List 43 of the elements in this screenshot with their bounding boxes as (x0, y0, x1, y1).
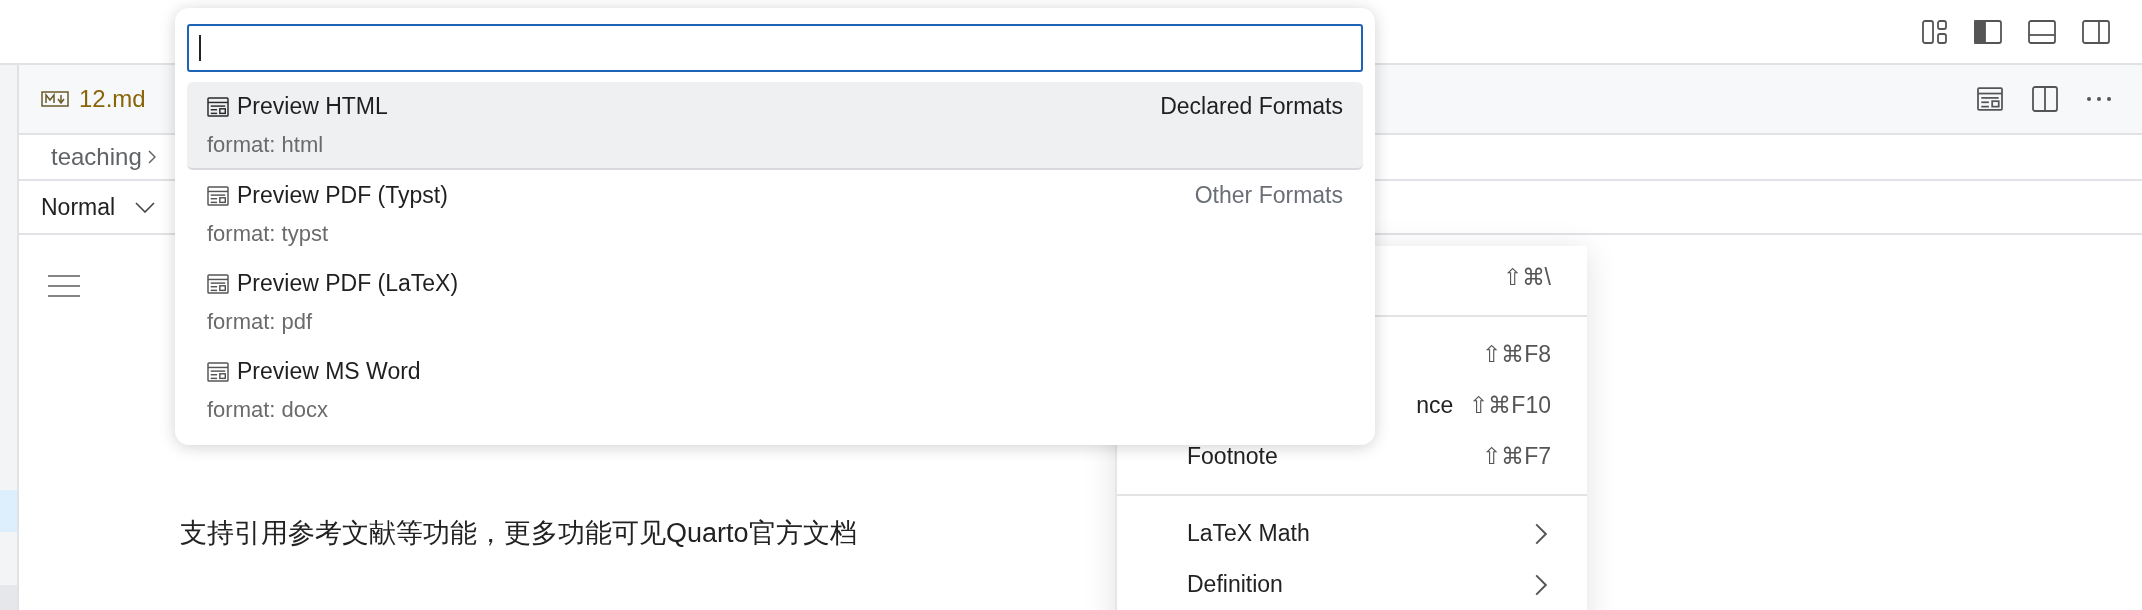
chevron-right-icon (1535, 522, 1547, 545)
shortcut-label: ⇧⌘F7 (1482, 442, 1551, 472)
layout-icon[interactable] (1922, 19, 1948, 44)
item-label: Preview PDF (LaTeX) (237, 269, 460, 299)
quick-pick-item[interactable]: Preview HTML Declared Formats format: html (187, 82, 1363, 170)
more-icon[interactable] (2086, 96, 2112, 102)
shortcut-label: ⇧⌘\ (1502, 263, 1551, 293)
item-label: Preview PDF (Typst) (237, 181, 449, 211)
quick-pick-item[interactable]: Preview MS Word format: docx (187, 346, 1363, 434)
preview-icon (207, 273, 229, 294)
text-cursor (199, 35, 201, 61)
item-description: format: docx (207, 395, 330, 424)
paragraph: 支持引用参考文献等功能，更多功能可见Quarto官方文档 (180, 517, 857, 550)
chevron-down-icon (135, 201, 156, 213)
sidebar-left-icon[interactable] (1974, 19, 2002, 44)
item-description: format: pdf (207, 307, 314, 336)
split-editor-icon[interactable] (2032, 86, 2058, 112)
chevron-right-icon (1535, 573, 1547, 596)
preview-icon (1976, 87, 2004, 111)
item-label: Preview HTML (237, 92, 389, 122)
preview-icon (207, 96, 229, 117)
preview-icon (207, 185, 229, 206)
editor-tab[interactable]: 12.md (19, 65, 176, 133)
group-label: Declared Formats (1160, 92, 1343, 122)
markdown-icon (41, 91, 69, 107)
chevron-right-icon (147, 150, 156, 164)
item-description: format: typst (207, 219, 330, 248)
preview-icon (207, 361, 229, 382)
submenu-item[interactable]: Definition (1117, 559, 1587, 610)
quick-pick-item[interactable]: Preview PDF (LaTeX) format: pdf (187, 258, 1363, 346)
menu-icon[interactable] (48, 275, 80, 297)
quick-pick-item[interactable]: Preview PDF (Typst) Other Formats format: typst (187, 170, 1363, 258)
sidebar-right-icon[interactable] (2082, 19, 2110, 44)
shortcut-label: ⇧⌘F10 (1469, 391, 1551, 421)
panel-bottom-icon[interactable] (2028, 19, 2056, 44)
submenu-item[interactable]: LaTeX Math (1117, 508, 1587, 559)
item-label: Preview MS Word (237, 357, 422, 387)
item-description: format: html (207, 130, 325, 159)
group-label: Other Formats (1194, 181, 1343, 211)
breadcrumb-item[interactable]: teaching (51, 139, 142, 175)
input-field[interactable] (187, 24, 1363, 72)
shortcut-label: ⇧⌘F8 (1482, 340, 1551, 370)
block-style-dropdown[interactable]: Normal (41, 189, 156, 225)
